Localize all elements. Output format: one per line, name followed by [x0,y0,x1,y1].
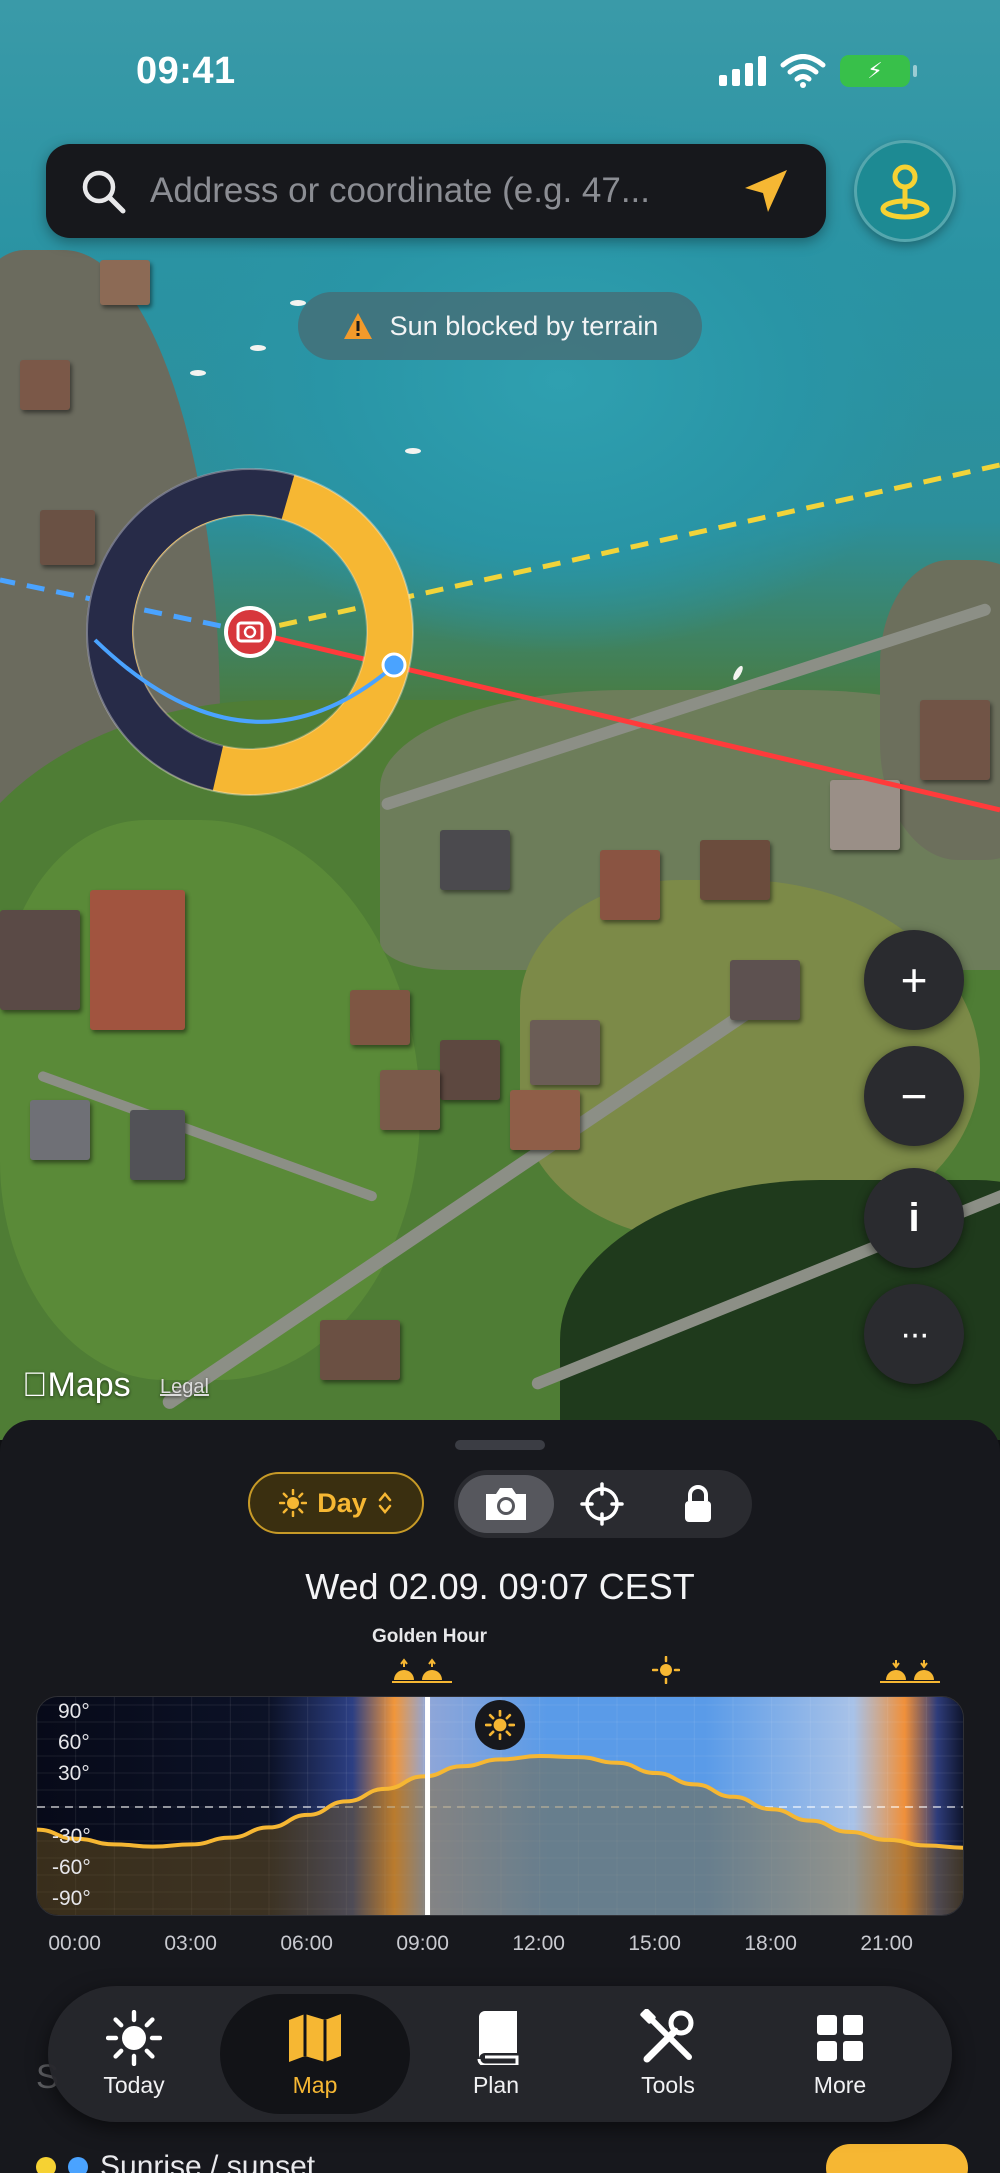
tools-icon [639,2008,697,2066]
book-icon [473,2010,519,2066]
sunrise-color-dot [36,2157,56,2173]
tab-label: More [813,2071,867,2098]
battery-charging-icon: ⚡ [840,55,917,87]
current-time-sun-marker[interactable] [475,1700,525,1750]
status-time: 09:41 [136,50,236,92]
sunrise-sunset-label: Sunrise / sunset [100,2150,316,2173]
plus-icon: + [900,954,928,1006]
apple-logo-icon:  [22,1366,48,1404]
cellular-signal-icon [719,56,766,86]
status-icons: ⚡ [719,54,917,88]
maps-attribution-logo: Maps [22,1366,131,1404]
tab-label: Map [292,2071,338,2098]
building [30,1100,90,1160]
sun-icon [279,1489,308,1517]
sunrise-sunset-toggle[interactable] [826,2144,968,2173]
y-label: 90° [58,1700,90,1723]
sunset-color-dot [68,2157,88,2173]
terrain-warning-toast: Sun blocked by terrain [298,292,702,360]
selected-datetime[interactable]: Wed 02.09. 09:07 CEST [0,1566,1000,1608]
map-icon [287,2010,343,2066]
building [320,1320,400,1380]
minus-icon: − [900,1070,928,1122]
more-options-button[interactable]: ··· [864,1284,964,1384]
tab-label: Tools [641,2071,695,2098]
time-axis-label: 00:00 [48,1932,101,1955]
building [130,1110,185,1180]
warning-icon [343,313,372,339]
time-axis-label: 09:00 [396,1932,449,1955]
mode-selector[interactable]: Day [248,1472,424,1534]
crosshair-icon [580,1482,624,1526]
tab-tools[interactable]: Tools [582,1994,754,2114]
legal-link[interactable]: Legal [160,1376,209,1399]
time-axis: 00:00 03:00 06:00 09:00 12:00 15:00 18:00 21:00 [0,1932,1000,1962]
tab-map[interactable]: Map [220,1994,410,2114]
search-input[interactable] [150,171,736,211]
y-label: -60° [52,1856,91,1879]
view-mode-segmented-control [454,1470,752,1538]
zoom-in-button[interactable]: + [864,930,964,1030]
y-label: -90° [52,1887,91,1910]
time-axis-label: 18:00 [744,1932,797,1955]
toast-text: Sun blocked by terrain [389,310,659,341]
solar-noon-icon [651,1655,681,1690]
search-bar [46,144,826,238]
ellipsis-icon: ··· [900,1314,930,1353]
building [380,1070,440,1130]
chevron-up-down-icon [378,1492,392,1514]
tab-plan[interactable]: Plan [410,1994,582,2114]
mode-label: Day [317,1487,367,1518]
sun-position-handle [381,652,407,678]
building [510,1090,580,1150]
info-button[interactable]: i [864,1168,964,1268]
wifi-icon [780,54,826,88]
y-label: -30° [52,1825,91,1848]
camera-pin [224,606,276,658]
camera-icon [486,1488,526,1520]
golden-hour-label: Golden Hour [372,1626,488,1647]
time-axis-label: 21:00 [860,1932,913,1955]
status-bar: 09:41 ⚡ [0,0,1000,140]
y-label: 60° [58,1731,90,1754]
y-label: 30° [58,1762,90,1785]
sun-icon [485,1710,515,1740]
sunset-icon [880,1658,940,1690]
zoom-out-button[interactable]: − [864,1046,964,1146]
location-arrow-icon[interactable] [736,161,796,221]
sheet-grabber[interactable] [455,1440,545,1450]
tab-bar: Today Map Plan Tools More [48,1986,952,2122]
drop-pin-button[interactable] [854,140,956,242]
tab-label: Plan [472,2071,520,2098]
info-icon: i [908,1195,920,1240]
tab-more[interactable]: More [754,1994,926,2114]
sunrise-icon [392,1658,452,1690]
sunrise-sunset-row: Sunrise / sunset [36,2150,315,2173]
tab-today[interactable]: Today [48,1994,220,2114]
lock-mode-button[interactable] [650,1475,746,1533]
time-axis-label: 06:00 [280,1932,333,1955]
building [440,1040,500,1100]
camera-mode-button[interactable] [458,1475,554,1533]
sun-icon [106,2009,162,2066]
crosshair-mode-button[interactable] [554,1475,650,1533]
lock-icon [685,1485,711,1522]
tab-label: Today [103,2071,165,2098]
time-axis-label: 12:00 [512,1932,565,1955]
time-axis-label: 15:00 [628,1932,681,1955]
search-icon [76,164,130,218]
grid-icon [815,2010,865,2066]
time-axis-label: 03:00 [164,1932,217,1955]
building [530,1020,600,1085]
map-pin-icon [880,164,930,220]
